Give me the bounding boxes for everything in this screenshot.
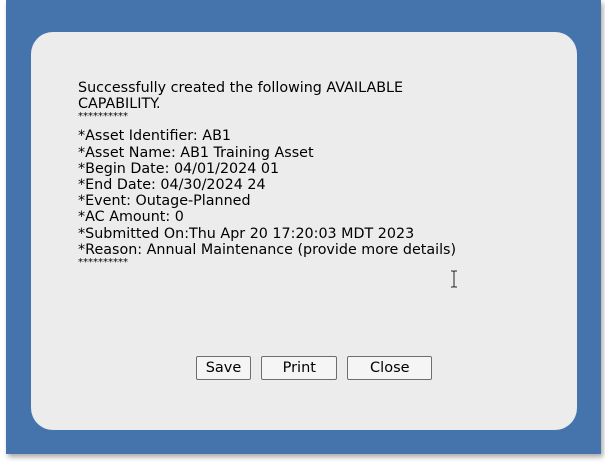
confirmation-message: Successfully created the following AVAIL… xyxy=(78,80,538,268)
separator-bottom: ********** xyxy=(78,257,128,269)
save-button[interactable]: Save xyxy=(195,356,252,380)
field-end-date: *End Date: 04/30/2024 24 xyxy=(78,177,266,194)
field-asset-identifier: *Asset Identifier: AB1 xyxy=(78,128,231,145)
field-submitted-on: *Submitted On:Thu Apr 20 17:20:03 MDT 20… xyxy=(78,225,415,242)
field-ac-amount: *AC Amount: 0 xyxy=(78,209,184,226)
confirmation-dialog: Successfully created the following AVAIL… xyxy=(31,32,577,430)
separator-top: ********** xyxy=(78,111,128,123)
field-asset-name: *Asset Name: AB1 Training Asset xyxy=(78,144,314,161)
field-reason: *Reason: Annual Maintenance (provide mor… xyxy=(78,241,457,258)
dialog-frame: Successfully created the following AVAIL… xyxy=(6,0,601,454)
text-cursor-icon xyxy=(451,270,457,288)
close-button[interactable]: Close xyxy=(347,356,433,380)
print-button[interactable]: Print xyxy=(261,356,338,380)
success-heading: Successfully created the following AVAIL… xyxy=(78,80,404,113)
field-begin-date: *Begin Date: 04/01/2024 01 xyxy=(78,160,280,177)
field-event: *Event: Outage-Planned xyxy=(78,193,251,210)
button-row: Save Print Close xyxy=(31,356,577,380)
